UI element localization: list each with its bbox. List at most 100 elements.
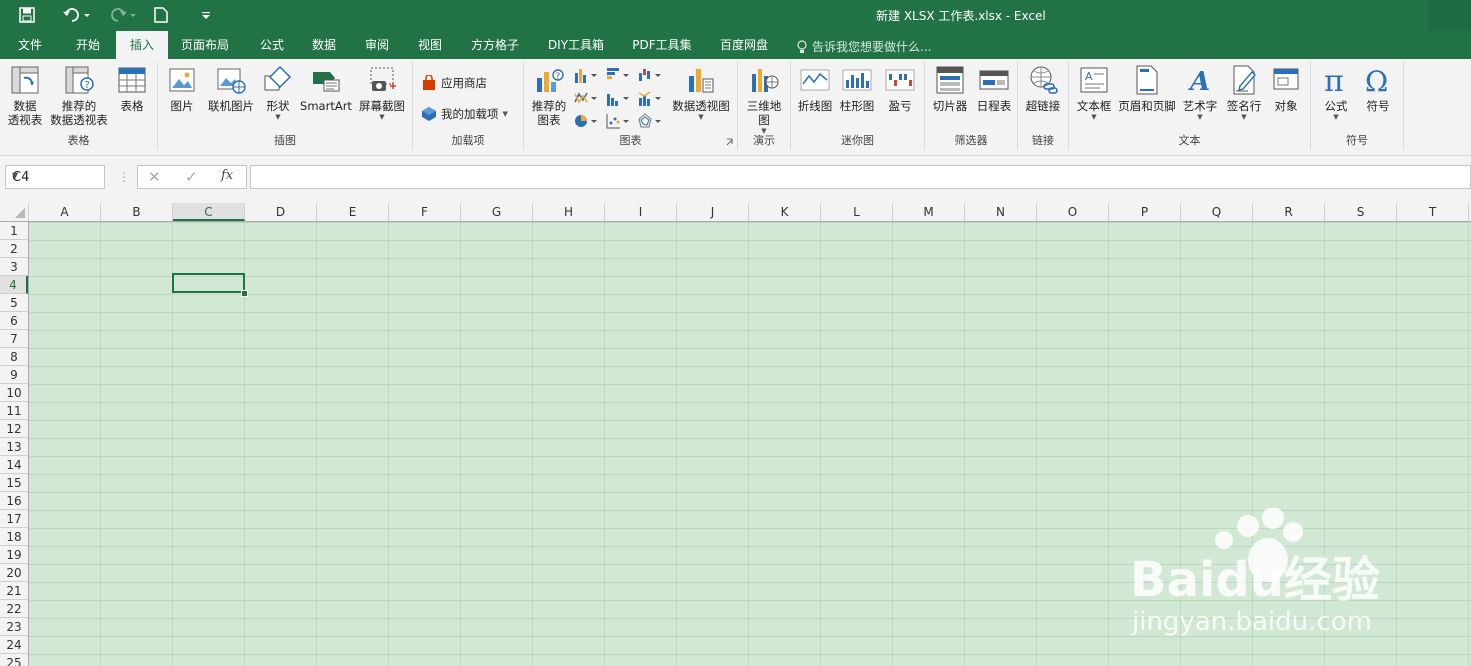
undo-icon[interactable] <box>58 4 94 26</box>
column-header-S[interactable]: S <box>1325 203 1397 221</box>
row-header-1[interactable]: 1 <box>0 222 28 240</box>
radar-chart-button[interactable] <box>638 112 662 130</box>
fill-handle[interactable] <box>241 290 248 297</box>
object-button[interactable]: 对象 <box>1267 64 1305 113</box>
row-header-8[interactable]: 8 <box>0 348 28 366</box>
column-header-E[interactable]: E <box>317 203 389 221</box>
hyperlink-button[interactable]: 超链接 <box>1022 64 1064 113</box>
tab-fangfangegezi[interactable]: 方方格子 <box>462 31 528 59</box>
screenshot-button[interactable]: 屏幕截图 ▼ <box>356 64 408 122</box>
row-header-2[interactable]: 2 <box>0 240 28 258</box>
symbol-button[interactable]: Ω 符号 <box>1357 64 1399 113</box>
textbox-button[interactable]: A 文本框 ▼ <box>1073 64 1115 122</box>
combo-chart-button[interactable] <box>638 89 662 107</box>
column-header-P[interactable]: P <box>1109 203 1181 221</box>
pie-chart-button[interactable] <box>574 112 598 130</box>
column-header-N[interactable]: N <box>965 203 1037 221</box>
select-all-button[interactable] <box>0 203 29 221</box>
column-header-Q[interactable]: Q <box>1181 203 1253 221</box>
column-header-G[interactable]: G <box>461 203 533 221</box>
tab-insert[interactable]: 插入 <box>116 31 168 59</box>
tab-view[interactable]: 视图 <box>408 31 452 59</box>
row-header-15[interactable]: 15 <box>0 474 28 492</box>
dialog-launcher-icon[interactable] <box>726 138 734 146</box>
column-header-J[interactable]: J <box>677 203 749 221</box>
tell-me-box[interactable]: 告诉我您想要做什么... <box>796 38 931 55</box>
sparkline-line-button[interactable]: 折线图 <box>795 64 835 113</box>
row-header-10[interactable]: 10 <box>0 384 28 402</box>
statistic-chart-button[interactable] <box>606 89 630 107</box>
check-icon[interactable]: ✓ <box>185 168 198 186</box>
wordart-button[interactable]: A 艺术字 ▼ <box>1179 64 1221 122</box>
column-header-D[interactable]: D <box>245 203 317 221</box>
row-header-5[interactable]: 5 <box>0 294 28 312</box>
tab-file[interactable]: 文件 <box>8 31 52 59</box>
column-header-K[interactable]: K <box>749 203 821 221</box>
column-header-L[interactable]: L <box>821 203 893 221</box>
row-header-14[interactable]: 14 <box>0 456 28 474</box>
column-header-O[interactable]: O <box>1037 203 1109 221</box>
row-header-17[interactable]: 17 <box>0 510 28 528</box>
tab-formulas[interactable]: 公式 <box>250 31 294 59</box>
row-header-22[interactable]: 22 <box>0 600 28 618</box>
sparkline-column-button[interactable]: 柱形图 <box>837 64 877 113</box>
customize-icon[interactable] <box>198 4 214 26</box>
cancel-icon[interactable]: ✕ <box>148 168 161 186</box>
tab-pdf-tools[interactable]: PDF工具集 <box>624 31 700 59</box>
column-header-B[interactable]: B <box>101 203 173 221</box>
tab-diy-toolbox[interactable]: DIY工具箱 <box>540 31 612 59</box>
online-picture-button[interactable]: 联机图片 <box>204 64 258 113</box>
row-header-7[interactable]: 7 <box>0 330 28 348</box>
tab-review[interactable]: 审阅 <box>355 31 399 59</box>
recommended-pivot-button[interactable]: ? 推荐的 数据透视表 <box>46 64 112 127</box>
row-header-13[interactable]: 13 <box>0 438 28 456</box>
tab-home[interactable]: 开始 <box>66 31 110 59</box>
my-addins-button[interactable]: 我的加载项 ▼ <box>421 106 508 122</box>
bar-chart-button[interactable] <box>606 66 630 84</box>
line-chart-button[interactable] <box>574 89 598 107</box>
row-header-18[interactable]: 18 <box>0 528 28 546</box>
new-file-icon[interactable] <box>150 4 172 26</box>
store-button[interactable]: 应用商店 <box>421 75 487 91</box>
name-box[interactable]: C4 ▼ <box>5 165 105 189</box>
recommended-charts-button[interactable]: ? 推荐的 图表 <box>528 64 570 127</box>
timeline-button[interactable]: 日程表 <box>973 64 1015 113</box>
column-header-M[interactable]: M <box>893 203 965 221</box>
row-header-16[interactable]: 16 <box>0 492 28 510</box>
row-header-21[interactable]: 21 <box>0 582 28 600</box>
redo-icon[interactable] <box>104 4 140 26</box>
slicer-button[interactable]: 切片器 <box>929 64 971 113</box>
3d-map-button[interactable]: 三维地 图 ▼ <box>742 64 786 136</box>
column-header-A[interactable]: A <box>29 203 101 221</box>
pivot-table-button[interactable]: 数据 透视表 <box>4 64 46 127</box>
save-icon[interactable] <box>14 4 40 26</box>
row-header-25[interactable]: 25 <box>0 654 28 666</box>
insert-function-icon[interactable]: fx <box>221 168 233 183</box>
row-header-19[interactable]: 19 <box>0 546 28 564</box>
sparkline-winloss-button[interactable]: 盈亏 <box>881 64 919 113</box>
row-header-24[interactable]: 24 <box>0 636 28 654</box>
hierarchy-chart-button[interactable] <box>638 66 662 84</box>
column-header-T[interactable]: T <box>1397 203 1469 221</box>
column-header-I[interactable]: I <box>605 203 677 221</box>
column-header-H[interactable]: H <box>533 203 605 221</box>
smartart-button[interactable]: SmartArt <box>298 64 354 113</box>
column-header-R[interactable]: R <box>1253 203 1325 221</box>
tab-baidu-netdisk[interactable]: 百度网盘 <box>710 31 778 59</box>
row-header-9[interactable]: 9 <box>0 366 28 384</box>
row-header-6[interactable]: 6 <box>0 312 28 330</box>
equation-button[interactable]: π 公式 ▼ <box>1315 64 1357 122</box>
column-chart-button[interactable] <box>574 66 598 84</box>
picture-button[interactable]: 图片 <box>164 64 200 113</box>
name-box-dropdown-icon[interactable]: ▼ <box>12 171 99 180</box>
column-header-C[interactable]: C <box>173 203 245 221</box>
shapes-button[interactable]: 形状 ▼ <box>260 64 296 122</box>
row-header-4[interactable]: 4 <box>0 276 28 294</box>
formula-input[interactable] <box>250 165 1471 189</box>
column-header-F[interactable]: F <box>389 203 461 221</box>
table-button[interactable]: 表格 <box>112 64 152 113</box>
row-header-3[interactable]: 3 <box>0 258 28 276</box>
scatter-chart-button[interactable] <box>606 112 630 130</box>
selected-cell[interactable] <box>172 273 245 293</box>
pivot-chart-button[interactable]: 数据透视图 ▼ <box>670 64 732 122</box>
